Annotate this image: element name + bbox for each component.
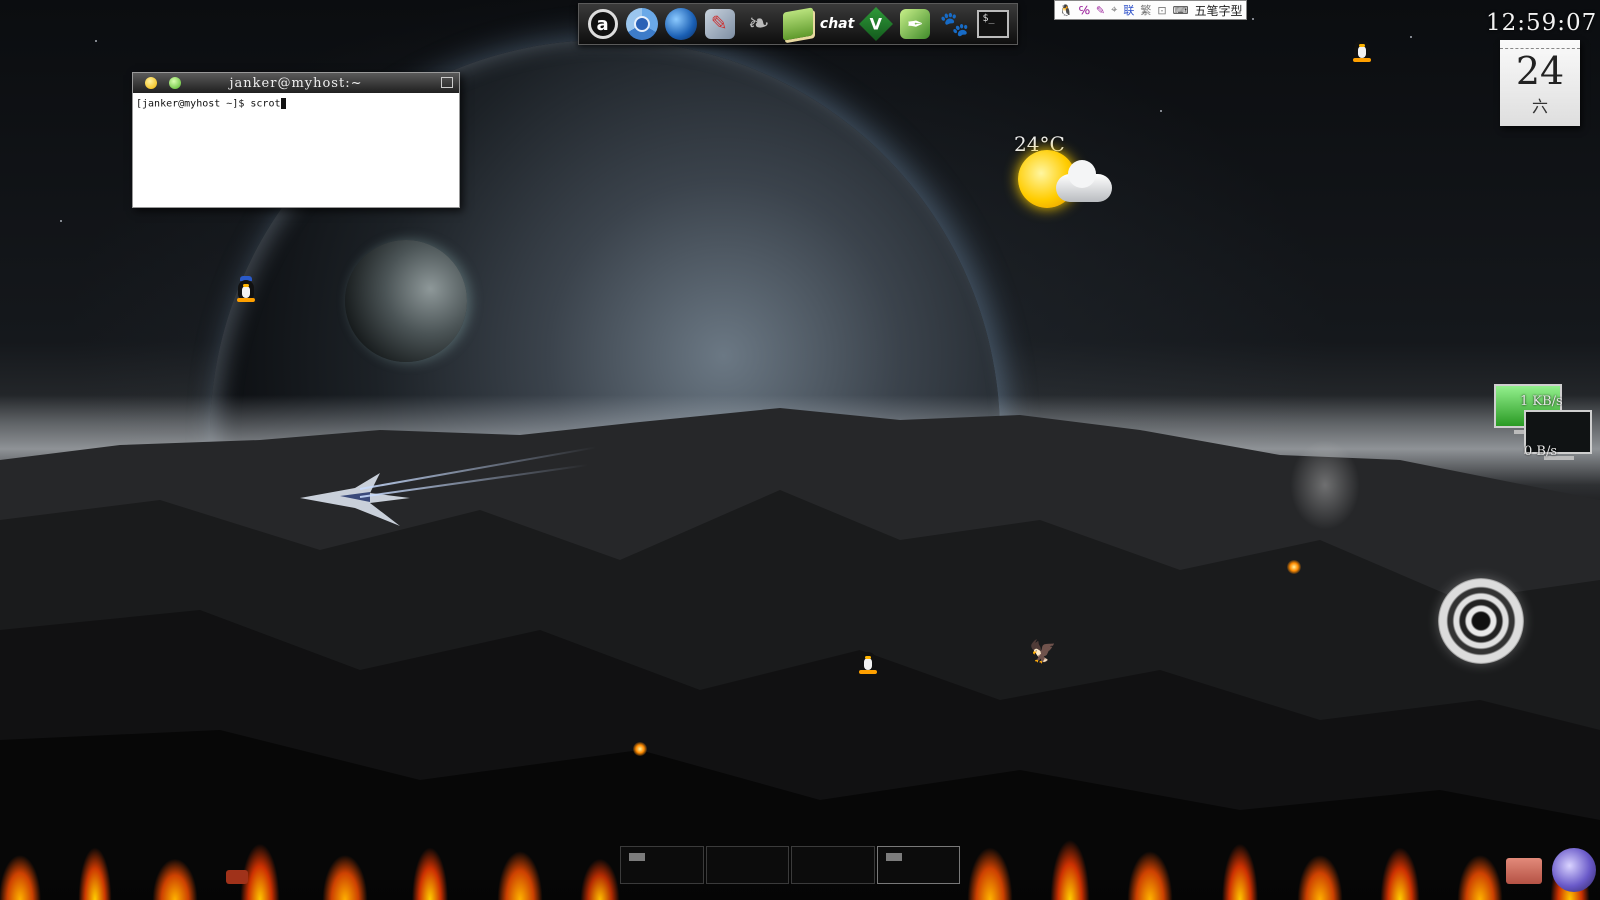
smoke-plume [1290,440,1360,530]
ime-lianxiang-toggle[interactable]: 联 [1123,2,1134,18]
vim-label: V [870,14,883,34]
cloud-icon [1056,160,1112,202]
calendar-rings [1500,40,1580,49]
upload-rate: 1 KB/s [1520,394,1563,409]
fire-spot [1287,560,1301,574]
vim-icon[interactable]: V [859,6,894,42]
download-rate: 0 B/s [1524,444,1558,459]
workspace-4[interactable] [876,846,960,884]
desktop-calendar[interactable]: 24 六 [1500,40,1580,126]
volume-speaker-icon[interactable] [1438,578,1524,664]
minimize-button[interactable] [145,77,157,89]
calendar-day: 24 [1515,49,1565,93]
network-monitor[interactable]: 1 KB/s 0 B/s [1494,384,1598,476]
terminal-icon[interactable]: $_ [976,6,1011,42]
launcher-icon[interactable]: a [585,6,620,42]
star [95,40,97,42]
gimp-icon[interactable]: 🐾 [937,6,972,42]
ime-punct-icon[interactable]: ⌖ [1111,3,1117,17]
ship-body [300,473,410,526]
terminal-cursor [280,98,286,109]
fire-spot [633,742,647,756]
star [1410,36,1412,38]
ime-traditional-toggle[interactable]: 繁 [1140,2,1151,18]
star [1160,110,1162,112]
xchat-label: chat [820,4,854,39]
mountain-range [0,408,1600,880]
menu-orb-icon[interactable] [1552,848,1596,892]
terminal-titlebar[interactable]: janker@myhost:~ [133,73,459,93]
input-method-bar: 🐧 ℅ ✎ ⌖ 联 繁 ⊡ ⌨ 五笔字型 [1054,0,1248,20]
ime-lock-icon[interactable]: ⊡ [1157,4,1166,17]
system-tools-icon[interactable] [702,6,737,42]
terminal-icon-glyph: $_ [977,10,1010,38]
ime-brush-icon[interactable]: ✎ [1096,4,1105,17]
xchat-icon[interactable]: chat [820,4,855,42]
terminal-title: janker@myhost:~ [229,75,363,91]
folder-icon[interactable] [1506,858,1542,884]
ime-keyboard-icon[interactable]: ⌨ [1173,4,1189,17]
launcher-glyph: a [587,9,618,39]
ime-mode-icon[interactable]: ℅ [1079,4,1090,17]
penguin-mascot[interactable] [236,276,256,302]
planet-small [345,240,467,362]
star [60,220,62,222]
spaceship [300,446,597,528]
workspace-2[interactable] [705,846,789,884]
ime-engine-label[interactable]: 五笔字型 [1194,2,1242,19]
feather-editor-icon[interactable]: ✒ [898,6,933,42]
penguin-mascot[interactable] [858,648,878,674]
terminal-content[interactable]: [janker@myhost ~]$ scrot [133,93,459,115]
firefox-globe-icon[interactable] [663,6,698,42]
ime-penguin-icon[interactable]: 🐧 [1059,4,1073,17]
tray-app-icon[interactable] [226,870,248,884]
penguin-mascot[interactable] [1352,36,1372,62]
gnome-foot-icon[interactable]: ❧ [741,6,776,42]
workspace-1[interactable] [620,846,704,884]
workspace-3[interactable] [791,846,875,884]
star [1252,18,1254,20]
chromium-icon[interactable] [624,6,659,42]
maximize-button[interactable] [169,77,181,89]
calendar-weekday: 六 [1531,97,1548,116]
window-menu-button[interactable] [441,77,453,88]
app-dock: a ❧ chat V ✒ 🐾 $_ [578,3,1018,45]
dictionary-book-icon[interactable] [780,6,815,42]
eagle-mascot-icon[interactable]: 🦅 [1026,640,1060,670]
workspace-pager [620,846,960,884]
weather-widget[interactable]: 24°C [1012,132,1122,212]
desktop-clock: 12:59:07 [1486,10,1598,36]
terminal-prompt: [janker@myhost ~]$ [136,98,251,110]
terminal-command: scrot [250,98,281,110]
terminal-window[interactable]: janker@myhost:~ [janker@myhost ~]$ scrot [132,72,460,208]
